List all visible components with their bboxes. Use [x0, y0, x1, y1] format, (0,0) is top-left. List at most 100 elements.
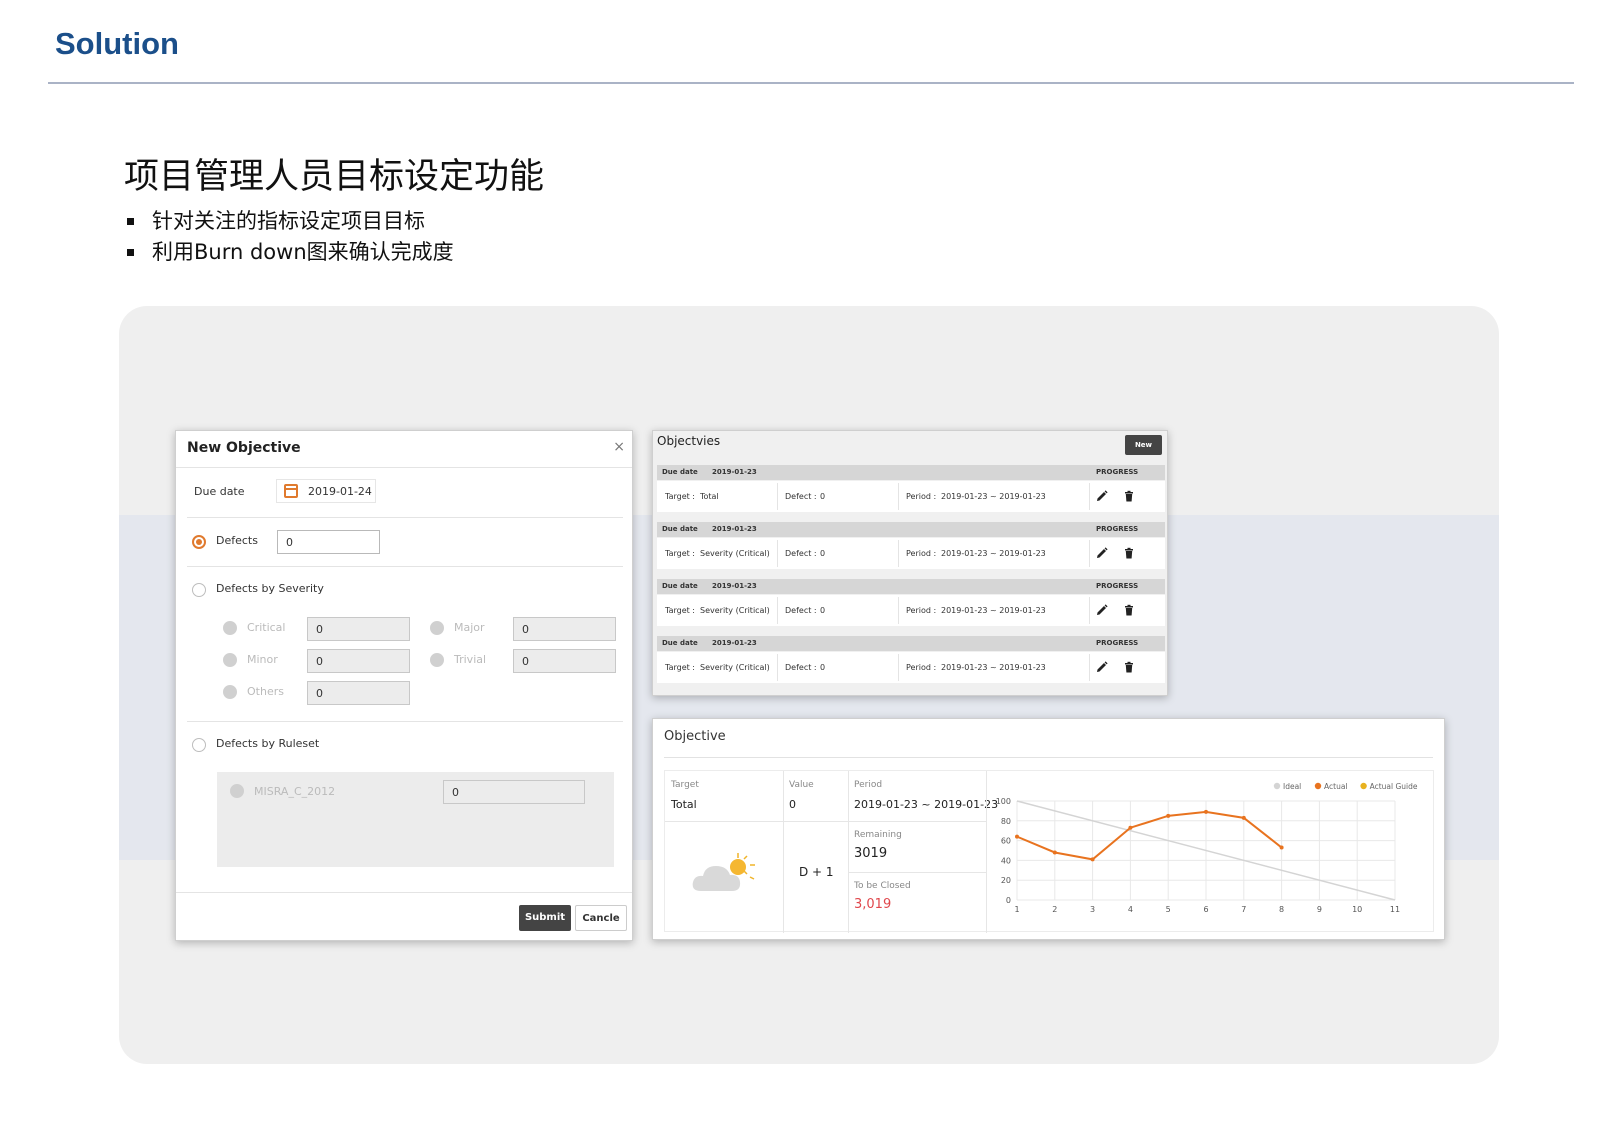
objective-row[interactable]: Target : Severity (Critical) Defect :0 Peri…	[657, 538, 1165, 569]
trash-icon[interactable]	[1123, 547, 1135, 559]
section-title: 项目管理人员目标设定功能	[124, 157, 545, 197]
y-tick-label: 20	[1001, 876, 1011, 885]
due-value: 2019-01-23	[712, 639, 757, 647]
trash-icon[interactable]	[1123, 661, 1135, 673]
close-icon[interactable]: ×	[613, 439, 625, 455]
legend-marker	[1273, 782, 1281, 790]
critical-label: Critical	[247, 621, 286, 634]
divider	[848, 771, 849, 933]
defect-label: Defect :	[785, 606, 817, 615]
period-label: Period	[854, 780, 883, 790]
target-label: Target	[671, 780, 699, 790]
period-value: 2019-01-23 ~ 2019-01-23	[941, 492, 1046, 501]
major-label: Major	[454, 621, 485, 634]
period-label: Period :	[906, 606, 937, 615]
new-objective-dialog: New Objective × Due date 2019-01-24 Defe…	[175, 430, 633, 941]
dialog-title: New Objective	[187, 440, 301, 456]
period-value: 2019-01-23 ~ 2019-01-23	[941, 663, 1046, 672]
others-input[interactable]: 0	[307, 681, 410, 705]
pencil-icon[interactable]	[1096, 661, 1108, 673]
data-point	[1090, 857, 1095, 862]
defect-label: Defect :	[785, 549, 817, 558]
page-header-title: Solution	[55, 26, 179, 61]
y-tick-label: 0	[1006, 896, 1011, 905]
others-radio[interactable]	[223, 685, 237, 699]
data-point	[1015, 834, 1019, 839]
target-value: Total	[700, 492, 719, 501]
period-label: Period :	[906, 492, 937, 501]
x-tick-label: 2	[1052, 905, 1057, 914]
x-tick-label: 4	[1128, 905, 1133, 914]
header-divider	[48, 82, 1574, 84]
defects-by-ruleset-label: Defects by Ruleset	[216, 737, 320, 750]
x-tick-label: 1	[1014, 905, 1019, 914]
detail-title: Objective	[664, 729, 726, 744]
x-tick-label: 10	[1352, 905, 1362, 914]
partly-cloudy-icon	[692, 853, 755, 891]
new-objective-button[interactable]: New	[1125, 435, 1162, 455]
trash-icon[interactable]	[1123, 490, 1135, 502]
data-point	[1241, 815, 1246, 820]
x-tick-label: 7	[1241, 905, 1246, 914]
major-input[interactable]: 0	[513, 617, 616, 641]
divider	[187, 721, 623, 722]
data-point	[1128, 825, 1133, 830]
trivial-radio[interactable]	[430, 653, 444, 667]
defect-label: Defect :	[785, 492, 817, 501]
pencil-icon[interactable]	[1096, 547, 1108, 559]
divider	[187, 517, 623, 518]
objective-row[interactable]: Target : Total Defect :0 Period : 2019-01-23…	[657, 481, 1165, 512]
calendar-icon	[284, 484, 298, 498]
objective-row[interactable]: Target : Severity (Critical) Defect :0 Peri…	[657, 652, 1165, 683]
to-be-closed-value: 3,019	[854, 897, 892, 912]
major-radio[interactable]	[430, 621, 444, 635]
divider	[664, 757, 1433, 758]
defects-input[interactable]: 0	[277, 530, 380, 554]
due-label: Due date	[662, 468, 698, 476]
progress-label: PROGRESS	[1096, 525, 1139, 533]
ruleset-radio[interactable]	[230, 784, 244, 798]
remaining-value: 3019	[854, 846, 888, 861]
bullet-item: 针对关注的指标设定项目目标	[124, 206, 454, 237]
due-value: 2019-01-23	[712, 525, 757, 533]
period-value: 2019-01-23 ~ 2019-01-23	[941, 549, 1046, 558]
target-label: Target :	[665, 663, 695, 672]
submit-button[interactable]: Submit	[519, 905, 571, 931]
detail-content: Target Total Value 0 Period 2019-01-23 ~…	[664, 770, 1434, 933]
trivial-input[interactable]: 0	[513, 649, 616, 673]
to-be-closed-label: To be Closed	[854, 881, 911, 891]
critical-input[interactable]: 0	[307, 617, 410, 641]
due-date-field[interactable]: 2019-01-24	[276, 479, 376, 503]
due-date-label: Due date	[194, 485, 245, 498]
cancel-button[interactable]: Cancle	[575, 905, 627, 931]
critical-radio[interactable]	[223, 621, 237, 635]
defects-by-ruleset-radio[interactable]	[192, 738, 206, 752]
pencil-icon[interactable]	[1096, 604, 1108, 616]
legend-marker	[1314, 782, 1322, 790]
legend-marker	[1360, 782, 1367, 790]
target-label: Target :	[665, 549, 695, 558]
pencil-icon[interactable]	[1096, 490, 1108, 502]
defects-by-severity-radio[interactable]	[192, 583, 206, 597]
minor-radio[interactable]	[223, 653, 237, 667]
y-tick-label: 60	[1001, 837, 1011, 846]
defects-radio[interactable]	[192, 535, 206, 549]
defect-label: Defect :	[785, 663, 817, 672]
defect-value: 0	[820, 663, 826, 672]
minor-input[interactable]: 0	[307, 649, 410, 673]
progress-label: PROGRESS	[1096, 639, 1139, 647]
bullet-item: 利用Burn down图来确认完成度	[124, 237, 454, 268]
dday-value: D + 1	[799, 865, 834, 879]
legend-label: Actual Guide	[1370, 782, 1418, 791]
value-label: Value	[789, 780, 814, 790]
trash-icon[interactable]	[1123, 604, 1135, 616]
target-value: Total	[671, 798, 697, 811]
due-label: Due date	[662, 525, 698, 533]
defect-value: 0	[820, 606, 826, 615]
data-point	[1052, 850, 1057, 855]
ruleset-input[interactable]: 0	[443, 780, 585, 804]
data-point	[1204, 809, 1208, 814]
value-value: 0	[789, 798, 796, 811]
divider	[176, 467, 632, 468]
objective-row[interactable]: Target : Severity (Critical) Defect :0 Peri…	[657, 595, 1165, 626]
